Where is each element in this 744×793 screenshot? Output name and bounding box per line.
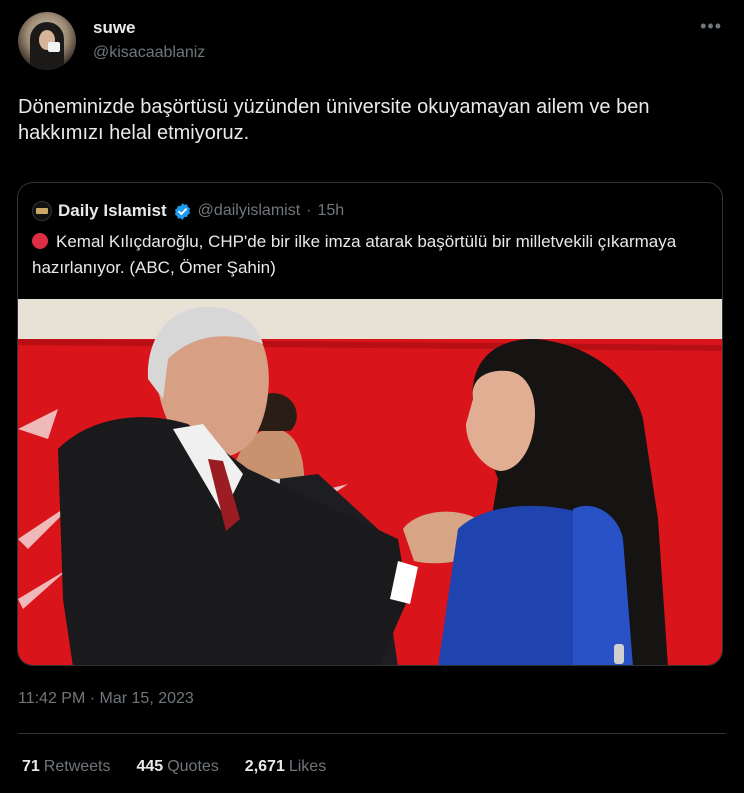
red-circle-icon bbox=[32, 233, 48, 249]
retweets-label: Retweets bbox=[43, 758, 111, 775]
likes-count: 2,671 bbox=[244, 758, 285, 775]
quoted-tweet-text: Kemal Kılıçdaroğlu, CHP'de bir ilke imza… bbox=[32, 229, 712, 281]
quoted-author-avatar[interactable] bbox=[32, 201, 52, 221]
tweet-timestamp[interactable]: 11:42 PM · Mar 15, 2023 bbox=[18, 690, 194, 708]
verified-badge-icon bbox=[174, 202, 190, 220]
retweets-stat[interactable]: 71 Retweets bbox=[22, 758, 111, 776]
meta-separator: · bbox=[306, 202, 312, 219]
quoted-author-name[interactable]: Daily Islamist bbox=[58, 201, 167, 221]
quoted-author-handle[interactable]: @dailyislamist bbox=[198, 202, 300, 220]
divider bbox=[18, 733, 726, 734]
quotes-count: 445 bbox=[136, 758, 164, 775]
more-options-icon[interactable]: ••• bbox=[700, 16, 722, 37]
tweet-text: Döneminizde başörtüsü yüzünden üniversit… bbox=[18, 96, 650, 144]
quoted-tweet-header: Daily Islamist @dailyislamist · 15h bbox=[32, 201, 344, 221]
quoted-time[interactable]: 15h bbox=[317, 202, 344, 220]
likes-label: Likes bbox=[288, 758, 327, 775]
quotes-stat[interactable]: 445 Quotes bbox=[137, 758, 219, 776]
author-avatar[interactable] bbox=[18, 12, 76, 70]
quotes-label: Quotes bbox=[167, 758, 219, 775]
retweets-count: 71 bbox=[22, 758, 40, 775]
author-handle[interactable]: @kisacaablaniz bbox=[93, 44, 205, 62]
quoted-tweet-card[interactable]: Daily Islamist @dailyislamist · 15h Kema… bbox=[17, 182, 723, 666]
likes-stat[interactable]: 2,671 Likes bbox=[245, 758, 326, 776]
quoted-tweet-body: Kemal Kılıçdaroğlu, CHP'de bir ilke imza… bbox=[32, 232, 677, 277]
author-display-name[interactable]: suwe bbox=[93, 18, 136, 38]
engagement-stats: 71 Retweets 445 Quotes 2,671 Likes bbox=[22, 758, 326, 776]
quoted-tweet-photo[interactable] bbox=[18, 299, 723, 666]
